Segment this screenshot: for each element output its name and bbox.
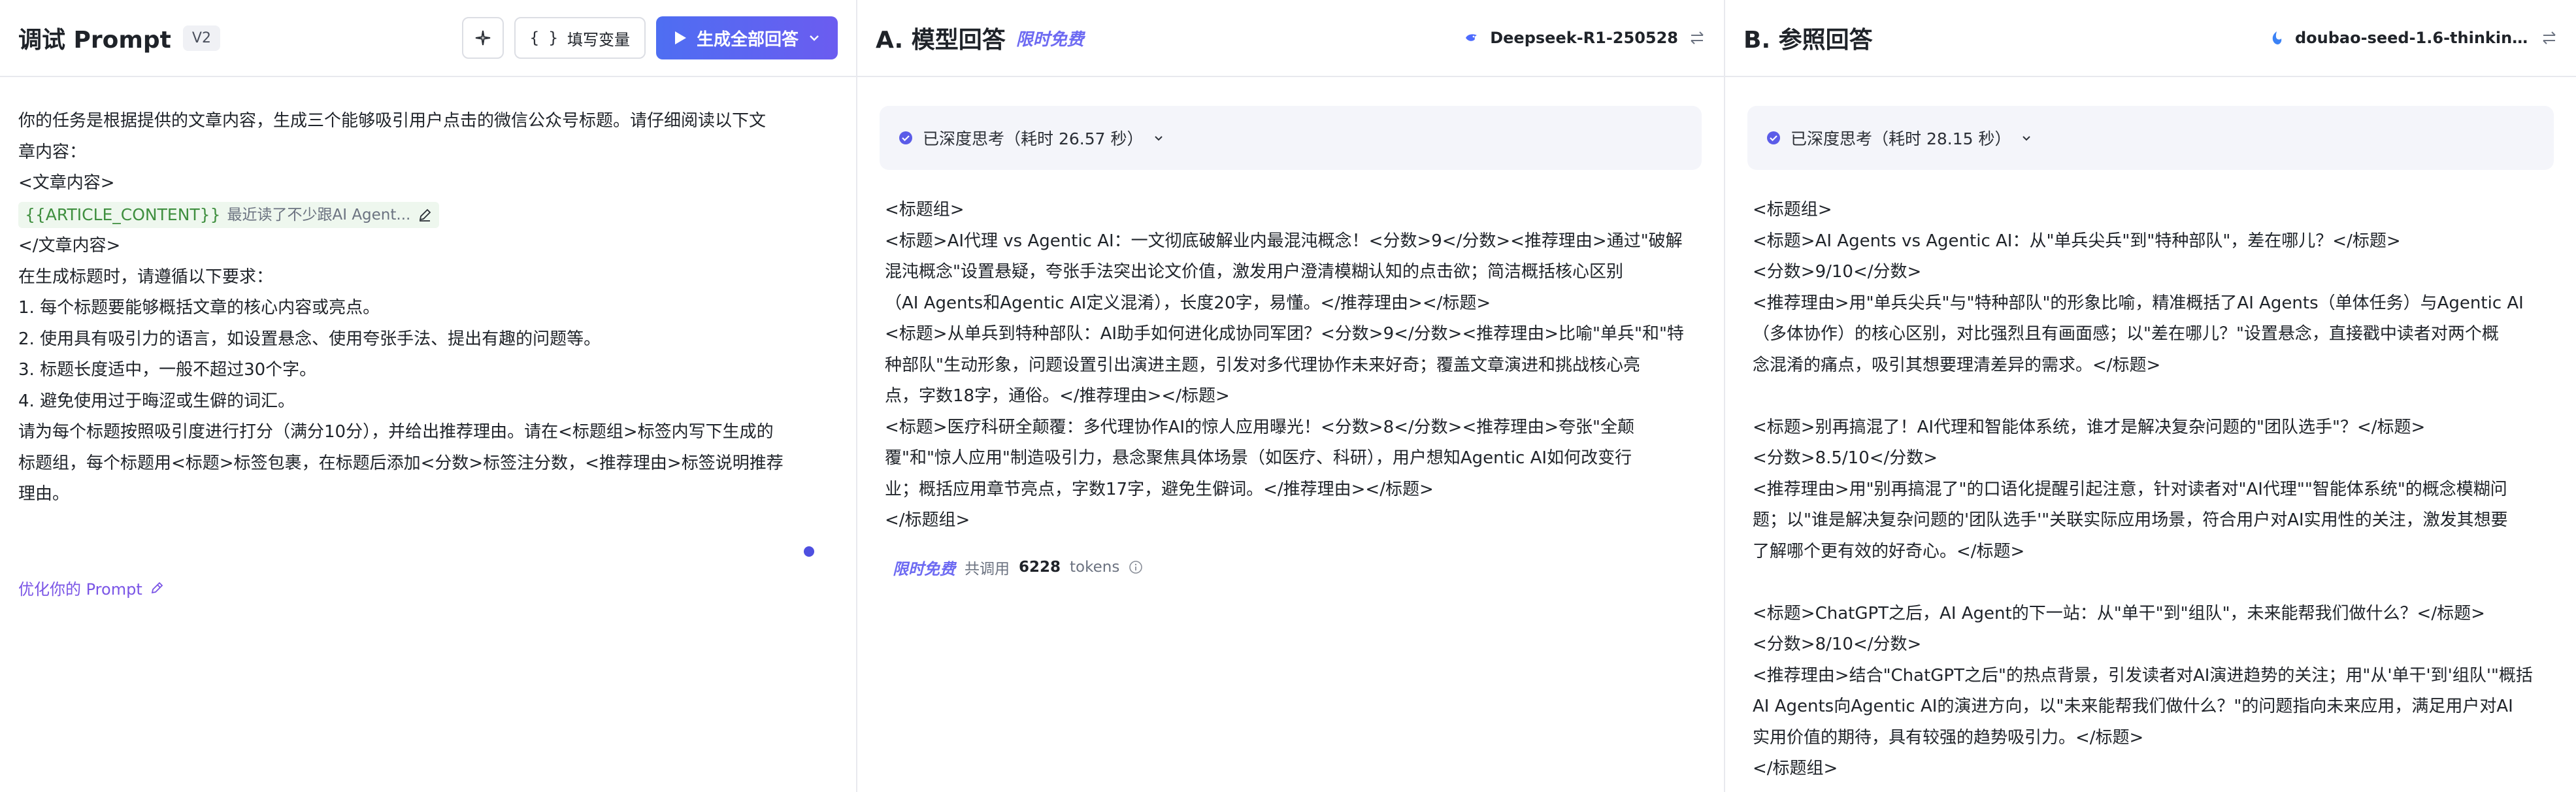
magic-wand-button[interactable] [461, 17, 504, 59]
braces-icon: { } [529, 29, 558, 47]
app-root: 调试 Prompt V2 { } 填写变量 生成全部回答 你的任务是根据提供的文… [0, 0, 2576, 792]
thinking-label: 已深度思考（耗时 26.57 秒） [923, 129, 1144, 148]
fill-variables-button[interactable]: { } 填写变量 [514, 17, 646, 59]
sparkle-icon [474, 29, 492, 47]
response-line: （AI Agents和Agentic AI定义混淆），长度20字，易懂。</推荐… [885, 293, 1491, 313]
magic-pen-icon [149, 580, 165, 596]
page-title: 调试 Prompt [18, 27, 171, 54]
thinking-label: 已深度思考（耗时 28.15 秒） [1791, 129, 2011, 148]
response-line: <标题>AI代理 vs Agentic AI：一文彻底破解业内最混沌概念！<分数… [885, 231, 1683, 251]
prompt-header: 调试 Prompt V2 { } 填写变量 生成全部回答 [0, 0, 856, 77]
chevron-down-icon [2020, 131, 2033, 144]
response-line: <标题组> [1753, 200, 1832, 220]
prompt-line: 理由。 [18, 484, 70, 504]
edit-pencil-icon[interactable] [417, 207, 433, 223]
response-line: 种部队"生动形象，问题设置引出演进主题，引发对多代理协作未来好奇；覆盖文章演进和… [885, 355, 1640, 375]
prompt-line: </文章内容> [18, 236, 121, 256]
prompt-line: 你的任务是根据提供的文章内容，生成三个能够吸引用户点击的微信公众号标题。请仔细阅… [18, 111, 767, 131]
chevron-down-icon [1152, 131, 1165, 144]
response-line: <推荐理由>结合"ChatGPT之后"的热点背景，引发读者对AI演进趋势的关注；… [1753, 665, 2533, 685]
response-line: </标题组> [1753, 759, 1838, 778]
model-answer-header: A. 模型回答 限时免费 Deepseek-R1-250528 [857, 0, 1724, 77]
response-line: <标题>ChatGPT之后，AI Agent的下一站：从"单干"到"组队"，未来… [1753, 603, 2485, 623]
deep-thinking-toggle[interactable]: 已深度思考（耗时 28.15 秒） [1747, 106, 2554, 170]
reference-answer-header: B. 参照回答 doubao-seed-1.6-thinking-2506... [1725, 0, 2576, 77]
response-line: 实用价值的期待，具有较强的趋势吸引力。</标题> [1753, 727, 2144, 748]
deepseek-logo-icon [1464, 30, 1479, 46]
generate-all-label: 生成全部回答 [696, 29, 799, 50]
swap-icon[interactable] [1689, 29, 1706, 46]
usage-prefix: 共调用 [965, 561, 1010, 578]
model-selector[interactable]: doubao-seed-1.6-thinking-2506... [2269, 29, 2558, 47]
prompt-line: 在生成标题时，请遵循以下要求： [18, 267, 274, 287]
response-line: （多体协作）的核心区别，对比强烈且有画面感；以"差在哪儿？"设置悬念，直接戳中读… [1753, 324, 2499, 344]
prompt-line: 章内容： [18, 142, 87, 162]
prompt-line: 请为每个标题按照吸引度进行打分（满分10分），并给出推荐理由。请在<标题组>标签… [18, 422, 774, 442]
model-response: <标题组> <标题>AI代理 vs Agentic AI：一文彻底破解业内最混沌… [857, 170, 1724, 536]
model-name: doubao-seed-1.6-thinking-2506... [2295, 29, 2530, 47]
variable-chip[interactable]: {{ARTICLE_CONTENT}} 最近读了不少跟AI Agent... [18, 201, 440, 228]
response-line: <推荐理由>用"别再搞混了"的口语化提醒引起注意，针对读者对"AI代理""智能体… [1753, 479, 2507, 499]
token-usage: 限时免费 共调用 6228 tokens [893, 556, 1724, 579]
prompt-line: 3. 标题长度适中，一般不超过30个字。 [18, 360, 317, 380]
fill-variables-label: 填写变量 [567, 30, 630, 49]
reference-answer-pane: B. 参照回答 doubao-seed-1.6-thinking-2506... [1725, 0, 2576, 792]
response-line: <标题组> [885, 200, 965, 220]
usage-token-count: 6228 [1019, 559, 1061, 576]
version-badge[interactable]: V2 [182, 25, 220, 51]
response-line: <分数>8/10</分数> [1753, 635, 1922, 654]
prompt-debug-pane: 调试 Prompt V2 { } 填写变量 生成全部回答 你的任务是根据提供的文… [0, 0, 857, 792]
info-icon[interactable] [1129, 560, 1143, 574]
prompt-line: 标题组，每个标题用<标题>标签包裹，在标题后添加<分数>标签注分数，<推荐理由>… [18, 453, 784, 473]
response-line: <标题>AI Agents vs Agentic AI：从"单兵尖兵"到"特种部… [1753, 231, 2401, 251]
reference-response: <标题组> <标题>AI Agents vs Agentic AI：从"单兵尖兵… [1725, 170, 2576, 785]
prompt-editor[interactable]: 你的任务是根据提供的文章内容，生成三个能够吸引用户点击的微信公众号标题。请仔细阅… [0, 77, 856, 510]
free-tag: 限时免费 [1016, 29, 1084, 50]
response-line: <推荐理由>用"单兵尖兵"与"特种部队"的形象比喻，精准概括了AI Agents… [1753, 293, 2524, 313]
optimize-prompt-link[interactable]: 优化你的 Prompt [18, 576, 165, 599]
prompt-line: 4. 避免使用过于晦涩或生僻的词汇。 [18, 391, 295, 411]
play-icon [673, 30, 687, 46]
cursor-dot-indicator [804, 546, 814, 557]
deep-thinking-toggle[interactable]: 已深度思考（耗时 26.57 秒） [880, 106, 1702, 170]
response-line: 题；以"谁是解决复杂问题的'团队选手'"关联实际应用场景，符合用户对AI实用性的… [1753, 510, 2508, 530]
usage-suffix: tokens [1070, 559, 1120, 576]
response-line: <分数>9/10</分数> [1753, 262, 1922, 282]
variable-preview: 最近读了不少跟AI Agent... [227, 206, 411, 223]
response-line: 了解哪个更有效的好奇心。</标题> [1753, 541, 2025, 561]
model-answer-pane: A. 模型回答 限时免费 Deepseek-R1-250528 已深度思考（耗时… [857, 0, 1725, 792]
swap-icon[interactable] [2541, 29, 2558, 46]
model-answer-title: A. 模型回答 [876, 27, 1006, 54]
reference-answer-title: B. 参照回答 [1743, 27, 1873, 54]
response-line: 覆"和"惊人应用"制造吸引力，悬念聚焦具体场景（如医疗、科研），用户想知Agen… [885, 448, 1632, 468]
prompt-line: 2. 使用具有吸引力的语言，如设置悬念、使用夸张手法、提出有趣的问题等。 [18, 329, 601, 349]
response-line: <标题>从单兵到特种部队：AI助手如何进化成协同军团？<分数>9</分数><推荐… [885, 324, 1684, 344]
model-selector[interactable]: Deepseek-R1-250528 [1464, 29, 1706, 47]
usage-free-tag: 限时免费 [893, 559, 955, 578]
prompt-line: 1. 每个标题要能够概括文章的核心内容或亮点。 [18, 298, 380, 318]
response-line: 点，字数18字，通俗。</推荐理由></标题> [885, 386, 1230, 406]
optimize-label: 优化你的 Prompt [18, 580, 142, 599]
variable-name: {{ARTICLE_CONTENT}} [25, 205, 221, 224]
prompt-line: <文章内容> [18, 173, 115, 193]
response-line: <标题>别再搞混了！AI代理和智能体系统，谁才是解决复杂问题的"团队选手"？</… [1753, 417, 2426, 437]
response-line: 混沌概念"设置悬疑，夸张手法突出论文价值，激发用户澄清模糊认知的点击欲；简洁概括… [885, 262, 1623, 282]
response-line: </标题组> [885, 510, 970, 530]
doubao-logo-icon [2269, 30, 2285, 46]
check-circle-icon [898, 130, 914, 146]
chevron-down-icon[interactable] [808, 31, 821, 44]
check-circle-icon [1766, 130, 1781, 146]
model-name: Deepseek-R1-250528 [1490, 29, 1678, 47]
generate-all-button[interactable]: 生成全部回答 [655, 16, 838, 59]
response-line: <分数>8.5/10</分数> [1753, 448, 1938, 468]
response-line: <标题>医疗科研全颠覆：多代理协作AI的惊人应用曝光！<分数>8</分数><推荐… [885, 417, 1634, 437]
response-line: AI Agents向Agentic AI的演进方向，以"未来能帮我们做什么？"的… [1753, 697, 2513, 716]
response-line: 念混淆的痛点，吸引其想要理清差异的需求。</标题> [1753, 355, 2161, 375]
response-line: 业；概括应用章节亮点，字数17字，避免生僻词。</推荐理由></标题> [885, 479, 1434, 499]
